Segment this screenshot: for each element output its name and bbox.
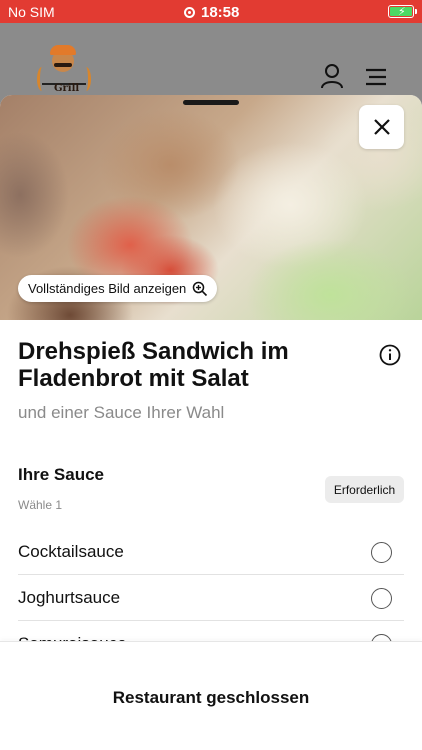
close-icon — [373, 119, 390, 135]
close-button[interactable] — [359, 105, 404, 149]
product-image: Vollständiges Bild anzeigen — [0, 95, 422, 320]
battery-icon: ⚡ — [388, 5, 417, 18]
sauce-option-label: Cocktailsauce — [18, 541, 124, 561]
radio-button[interactable] — [371, 588, 392, 609]
status-time: 18:58 — [201, 4, 240, 21]
product-subtitle: und einer Sauce Ihrer Wahl — [18, 403, 225, 422]
footer-bar: Restaurant geschlossen — [0, 641, 422, 750]
sauce-section-title: Ihre Sauce — [18, 465, 104, 484]
restaurant-logo[interactable]: Grill — [34, 45, 94, 97]
carrier-label: No SIM — [8, 4, 55, 20]
sheet-grabber[interactable] — [183, 100, 239, 105]
recording-icon — [184, 7, 195, 18]
sauce-option[interactable]: Joghurtsauce — [18, 575, 404, 621]
menu-icon[interactable] — [365, 68, 387, 86]
sauce-option-label: Joghurtsauce — [18, 587, 121, 607]
restaurant-closed-label: Restaurant geschlossen — [112, 688, 310, 707]
zoom-in-icon — [193, 281, 208, 296]
info-icon[interactable] — [379, 344, 401, 366]
view-full-image-button[interactable]: Vollständiges Bild anzeigen — [18, 275, 218, 302]
logo-text: Grill — [54, 83, 80, 94]
sauce-section-hint: Wähle 1 — [18, 498, 63, 512]
view-full-image-label: Vollständiges Bild anzeigen — [28, 281, 187, 296]
radio-button[interactable] — [371, 542, 392, 563]
user-icon[interactable] — [320, 63, 344, 89]
sauce-option[interactable]: Cocktailsauce — [18, 529, 404, 575]
product-title: Drehspieß Sandwich im Fladenbrot mit Sal… — [18, 338, 289, 392]
required-badge: Erforderlich — [325, 476, 404, 503]
status-bar: No SIM 18:58 ⚡ — [0, 0, 422, 23]
